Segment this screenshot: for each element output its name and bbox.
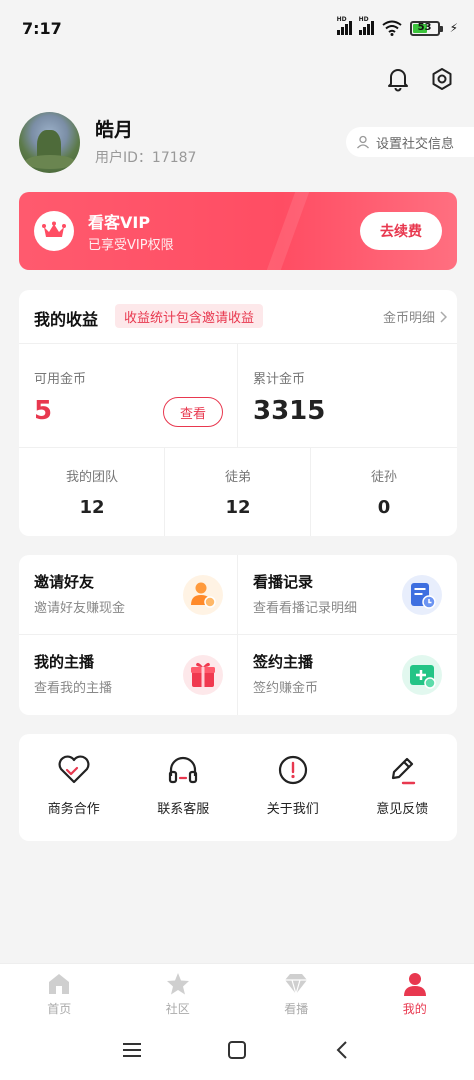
vip-card[interactable]: 看客VIP 已享受VIP权限 去续费 <box>19 192 457 270</box>
tool-about-us[interactable]: 关于我们 <box>238 734 348 841</box>
nav-home[interactable]: 首页 <box>0 964 119 1023</box>
feature-subtitle: 查看看播记录明细 <box>253 601 358 616</box>
social-button-label: 设置社交信息 <box>376 136 455 152</box>
nav-label: 我的 <box>402 1002 427 1016</box>
status-time: 7:17 <box>22 19 62 38</box>
coin-detail-link[interactable]: 金币明细 <box>383 307 447 326</box>
notification-bell-icon[interactable] <box>385 66 411 92</box>
pencil-feedback-icon <box>392 757 416 785</box>
gift-box-icon <box>183 655 223 695</box>
team-value: 12 <box>79 497 105 518</box>
total-coins-label: 累计金币 <box>253 372 306 387</box>
feature-title: 看播记录 <box>253 573 314 591</box>
nav-label: 看播 <box>284 1002 309 1016</box>
coin-detail-label: 金币明细 <box>382 311 435 326</box>
charging-icon: ⚡ <box>449 21 458 35</box>
home-square-icon[interactable] <box>227 1041 247 1063</box>
view-coins-button[interactable]: 查看 <box>163 397 223 427</box>
invite-user-icon <box>183 575 223 615</box>
status-icons: HD HD 53 ⚡ <box>336 16 458 36</box>
earnings-tag: 收益统计包含邀请收益 <box>115 304 264 328</box>
tool-label: 意见反馈 <box>376 802 429 817</box>
team-cell-apprentice[interactable]: 徒弟 12 <box>165 447 311 536</box>
feature-my-streamers[interactable]: 我的主播 查看我的主播 <box>19 635 238 715</box>
crown-icon <box>34 211 74 251</box>
features-card: 邀请好友 邀请好友赚现金 看播记录 查看看播记录明细 我的主播 查看我的主播 签… <box>19 555 457 715</box>
tool-label: 商务合作 <box>47 802 100 817</box>
user-id: 用户ID：17187 <box>95 150 197 166</box>
feature-sign-streamer[interactable]: 签约主播 签约赚金币 <box>238 635 457 715</box>
nav-mine[interactable]: 我的 <box>356 964 474 1023</box>
available-coins-value: 5 <box>34 396 53 426</box>
feature-subtitle: 查看我的主播 <box>34 681 113 696</box>
vip-title: 看客VIP <box>88 213 151 232</box>
home-icon <box>49 974 70 994</box>
menu-icon[interactable] <box>122 1041 142 1063</box>
headphones-icon <box>169 756 198 784</box>
nav-community[interactable]: 社区 <box>119 964 238 1023</box>
team-label: 徒孙 <box>370 470 397 485</box>
earnings-card: 我的收益 收益统计包含邀请收益 金币明细 可用金币 5 查看 累计金币 3315… <box>19 290 457 536</box>
system-nav-bar <box>0 1023 474 1080</box>
settings-gear-icon[interactable] <box>429 66 455 92</box>
signal-icon-2: HD <box>358 16 374 35</box>
renew-vip-button[interactable]: 去续费 <box>360 212 442 250</box>
social-settings-button[interactable]: 设置社交信息 <box>346 127 474 157</box>
back-icon[interactable] <box>334 1041 350 1063</box>
feature-invite-friends[interactable]: 邀请好友 邀请好友赚现金 <box>19 555 238 635</box>
team-value: 12 <box>225 497 251 518</box>
team-label: 徒弟 <box>224 470 251 485</box>
star-icon <box>166 973 189 995</box>
avatar[interactable] <box>19 112 80 173</box>
feature-watch-history[interactable]: 看播记录 查看看播记录明细 <box>238 555 457 635</box>
diamond-icon <box>285 974 308 997</box>
battery-icon: 53 <box>409 20 443 36</box>
info-circle-icon <box>278 755 307 785</box>
total-coins-value: 3315 <box>253 396 326 426</box>
sign-contract-icon <box>402 655 442 695</box>
status-bar: 7:17 HD HD 53 ⚡ <box>0 0 474 56</box>
person-outline-icon <box>357 135 369 149</box>
nav-label: 社区 <box>165 1002 190 1016</box>
tool-label: 关于我们 <box>266 802 319 817</box>
history-record-icon <box>402 575 442 615</box>
heart-handshake-icon <box>58 755 90 784</box>
team-cell-grand-apprentice[interactable]: 徒孙 0 <box>311 447 457 536</box>
chevron-right-icon <box>440 310 447 323</box>
team-cell-my-team[interactable]: 我的团队 12 <box>19 447 165 536</box>
feature-title: 签约主播 <box>253 653 314 671</box>
vip-subtitle: 已享受VIP权限 <box>88 238 174 253</box>
tools-card: 商务合作 联系客服 关于我们 意见反馈 <box>19 734 457 841</box>
tool-business-cooperation[interactable]: 商务合作 <box>19 734 129 841</box>
signal-icon: HD <box>336 16 352 35</box>
user-name: 皓月 <box>95 119 134 141</box>
feature-subtitle: 邀请好友赚现金 <box>34 601 126 616</box>
earnings-title: 我的收益 <box>34 310 99 329</box>
feature-title: 我的主播 <box>34 653 95 671</box>
team-value: 0 <box>377 497 391 518</box>
available-coins-label: 可用金币 <box>34 372 87 387</box>
nav-watch[interactable]: 看播 <box>237 964 356 1023</box>
tool-label: 联系客服 <box>157 802 210 817</box>
bottom-nav: 首页 社区 看播 我的 <box>0 963 474 1023</box>
wifi-icon <box>381 20 402 36</box>
nav-label: 首页 <box>47 1002 72 1016</box>
person-icon <box>403 973 426 996</box>
team-label: 我的团队 <box>65 470 118 485</box>
feature-title: 邀请好友 <box>34 573 95 591</box>
tool-contact-support[interactable]: 联系客服 <box>129 734 239 841</box>
feature-subtitle: 签约赚金币 <box>253 681 319 696</box>
tool-feedback[interactable]: 意见反馈 <box>348 734 458 841</box>
